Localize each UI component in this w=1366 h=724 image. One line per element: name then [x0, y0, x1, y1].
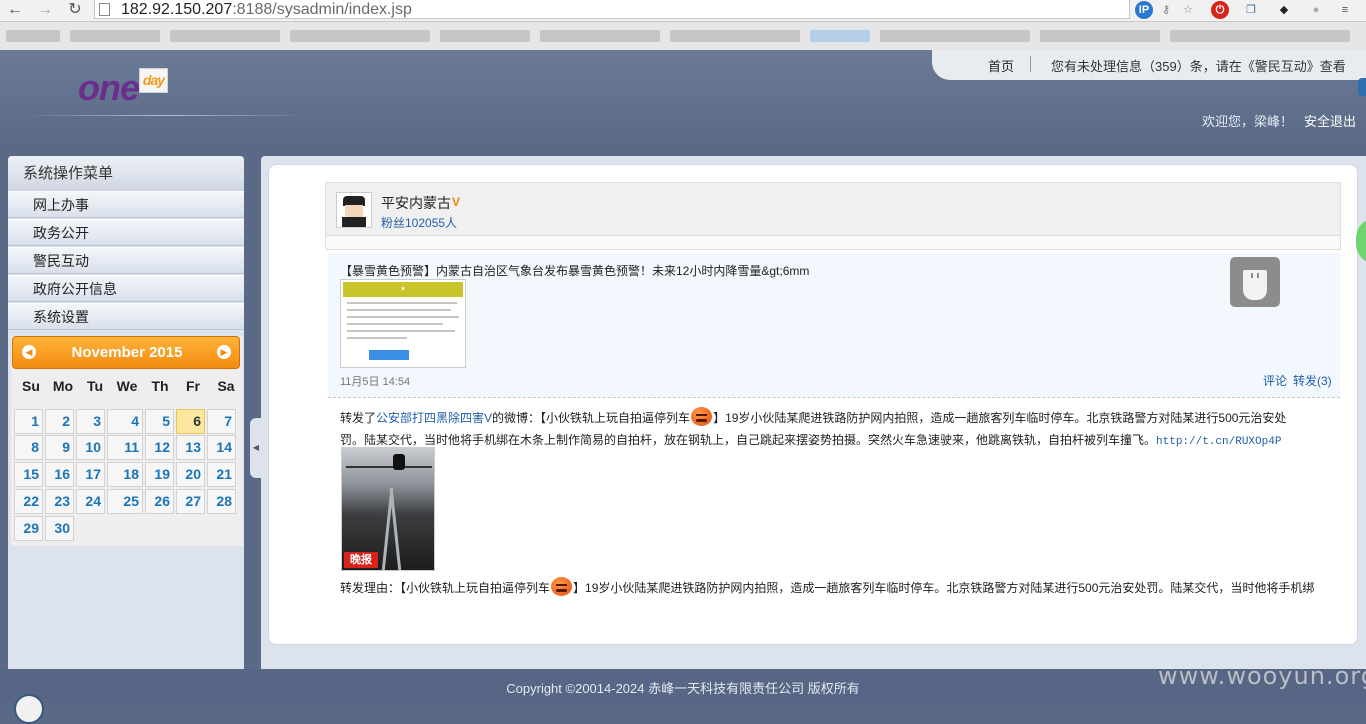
star-icon[interactable]: ☆ — [1179, 1, 1197, 19]
calendar-day[interactable]: 23 — [45, 489, 74, 514]
calendar-day[interactable]: 13 — [176, 435, 205, 460]
short-link[interactable]: http://t.cn/RUXOp4P — [1156, 436, 1281, 448]
calendar-header: November 2015 ◀ ▶ — [12, 336, 240, 369]
calendar-day[interactable]: 3 — [76, 409, 105, 434]
calendar-day[interactable]: 5 — [145, 409, 174, 434]
calendar-weekday: Mo — [52, 378, 74, 394]
repost-reason: 转发理由：【小伙铁轨上玩自拍逼停列车 】19岁小伙陆某爬进铁路防护网内拍照，造成一… — [340, 577, 1314, 597]
calendar-day[interactable]: 24 — [76, 489, 105, 514]
photo-brand-label: 晚报 — [344, 552, 378, 568]
calendar-day[interactable]: 14 — [207, 435, 236, 460]
calendar-day[interactable]: 17 — [76, 462, 105, 487]
repost-link[interactable]: 转发(3) — [1293, 372, 1332, 389]
welcome-text: 欢迎您，梁峰！ — [1202, 114, 1294, 129]
calendar-day[interactable]: 2 — [45, 409, 74, 434]
menu-item-police-interaction[interactable]: 警民互动 — [8, 247, 244, 274]
calendar-day[interactable]: 7 — [207, 409, 236, 434]
menu-item-government-affairs[interactable]: 政务公开 — [8, 219, 244, 246]
fans-count[interactable]: 粉丝102055人 — [381, 214, 457, 231]
post-time: 11月5日 14:54 — [340, 376, 411, 388]
url-text: 182.92.150.207:8188/sysadmin/index.jsp — [121, 1, 412, 18]
bookmarks-bar — [0, 22, 1366, 50]
browser-toolbar: ← → ↻ 182.92.150.207:8188/sysadmin/index… — [0, 0, 1366, 22]
calendar-day[interactable]: 26 — [145, 489, 174, 514]
sidebar-title: 系统操作菜单 — [8, 156, 244, 191]
site-header: one day 首页 您有未处理信息（359）条，请在《警民互动》查看 欢迎您，梁… — [0, 50, 1366, 146]
weibo-post: 【暴雪黄色预警】内蒙古自治区气象台发布暴雪黄色预警！未来12小时内降雪量&gt;… — [328, 253, 1340, 397]
calendar-day[interactable]: 27 — [176, 489, 205, 514]
calendar-weekday: We — [116, 378, 138, 394]
page-icon — [99, 3, 110, 16]
post-image[interactable]: ✶ — [340, 279, 466, 368]
menu-item-public-info[interactable]: 政府公开信息 — [8, 275, 244, 302]
reload-icon[interactable]: ↻ — [64, 0, 86, 20]
calendar-weekday: Fr — [186, 378, 200, 394]
source-account-link[interactable]: 公安部打四黑除四害 — [376, 411, 484, 425]
weibo-account-name[interactable]: 平安内蒙古 — [381, 193, 451, 213]
calendar-day[interactable]: 30 — [45, 516, 74, 541]
calendar-day[interactable]: 28 — [207, 489, 236, 514]
menu-item-system-settings[interactable]: 系统设置 — [8, 303, 244, 330]
calendar-day[interactable]: 21 — [207, 462, 236, 487]
window-icon[interactable]: ❐ — [1242, 1, 1260, 19]
calendar-day[interactable]: 10 — [76, 435, 105, 460]
avatar[interactable] — [336, 192, 372, 228]
calendar-day[interactable]: 20 — [176, 462, 205, 487]
watermark: www.wooyun.org — [1158, 662, 1366, 690]
nav-home-link[interactable]: 首页 — [988, 56, 1014, 75]
calendar-day[interactable]: 11 — [107, 435, 143, 460]
repost-line-2: 罚。陆某交代，当时他将手机绑在木条上制作简易的自拍杆，放在钢轨上，自己跳起来摆姿… — [340, 433, 1282, 448]
forward-icon[interactable]: → — [34, 0, 56, 20]
divider — [328, 397, 1340, 398]
angry-emoji-icon — [691, 407, 713, 427]
calendar-month-title: November 2015 — [71, 344, 183, 361]
menu-icon[interactable]: ≡ — [1336, 1, 1354, 19]
calendar-day[interactable]: 12 — [145, 435, 174, 460]
calendar-prev-icon[interactable]: ◀ — [22, 345, 36, 359]
calendar-day[interactable]: 19 — [145, 462, 174, 487]
calendar-day[interactable]: 8 — [14, 435, 43, 460]
key-icon[interactable]: ⚷ — [1157, 1, 1175, 19]
logout-link[interactable]: 安全退出 — [1304, 111, 1356, 130]
collapse-sidebar-icon[interactable]: ◀ — [250, 418, 262, 478]
side-handle[interactable] — [1358, 78, 1366, 96]
post-photo[interactable]: 晚报 — [341, 447, 435, 571]
calendar-day[interactable]: 1 — [14, 409, 43, 434]
usb-icon[interactable] — [1230, 257, 1280, 307]
angry-emoji-icon — [551, 577, 573, 597]
ip-icon[interactable]: IP — [1135, 1, 1153, 19]
top-nav: 首页 您有未处理信息（359）条，请在《警民互动》查看 — [932, 50, 1366, 80]
calendar-weekday: Th — [151, 378, 169, 394]
calendar-day[interactable]: 9 — [45, 435, 74, 460]
sidebar: 系统操作菜单 网上办事 政务公开 警民互动 政府公开信息 系统设置 Novemb… — [8, 156, 244, 669]
calendar-next-icon[interactable]: ▶ — [217, 345, 231, 359]
calendar-weekday: Su — [22, 378, 40, 394]
menu-item-online-service[interactable]: 网上办事 — [8, 191, 244, 218]
address-bar[interactable]: 182.92.150.207:8188/sysadmin/index.jsp I… — [94, 0, 1193, 19]
calendar-weekday: Tu — [86, 378, 104, 394]
corner-icon[interactable] — [14, 694, 44, 724]
calendar-day[interactable]: 15 — [14, 462, 43, 487]
calendar-day[interactable]: 22 — [14, 489, 43, 514]
pending-notice[interactable]: 您有未处理信息（359）条，请在《警民互动》查看 — [1051, 56, 1346, 75]
status-dot-icon[interactable]: ● — [1307, 1, 1325, 19]
verified-icon: V — [452, 195, 461, 209]
calendar-day[interactable]: 25 — [107, 489, 143, 514]
unknown-extension-icon[interactable]: ◆ — [1275, 1, 1293, 19]
calendar-day[interactable]: 29 — [14, 516, 43, 541]
repost-line-1: 转发了公安部打四黑除四害V的微博：【小伙铁轨上玩自拍逼停列车 】19岁小伙陆某爬进… — [340, 407, 1286, 427]
site-logo[interactable]: one day — [78, 68, 169, 108]
adblock-icon[interactable]: ⏻ — [1211, 1, 1229, 19]
calendar-day[interactable]: 6 — [176, 409, 205, 434]
weibo-profile-card: 平安内蒙古 V 粉丝102055人 — [325, 182, 1341, 250]
calendar: November 2015 ◀ ▶ Su Mo Tu We Th Fr Sa 1234567… — [11, 336, 243, 546]
calendar-day[interactable]: 4 — [107, 409, 143, 434]
comment-link[interactable]: 评论 — [1263, 372, 1287, 389]
post-text: 【暴雪黄色预警】内蒙古自治区气象台发布暴雪黄色预警！未来12小时内降雪量&gt;… — [340, 264, 810, 278]
calendar-weekday: Sa — [217, 378, 235, 394]
calendar-day[interactable]: 16 — [45, 462, 74, 487]
calendar-day[interactable]: 18 — [107, 462, 143, 487]
back-icon[interactable]: ← — [4, 0, 26, 20]
